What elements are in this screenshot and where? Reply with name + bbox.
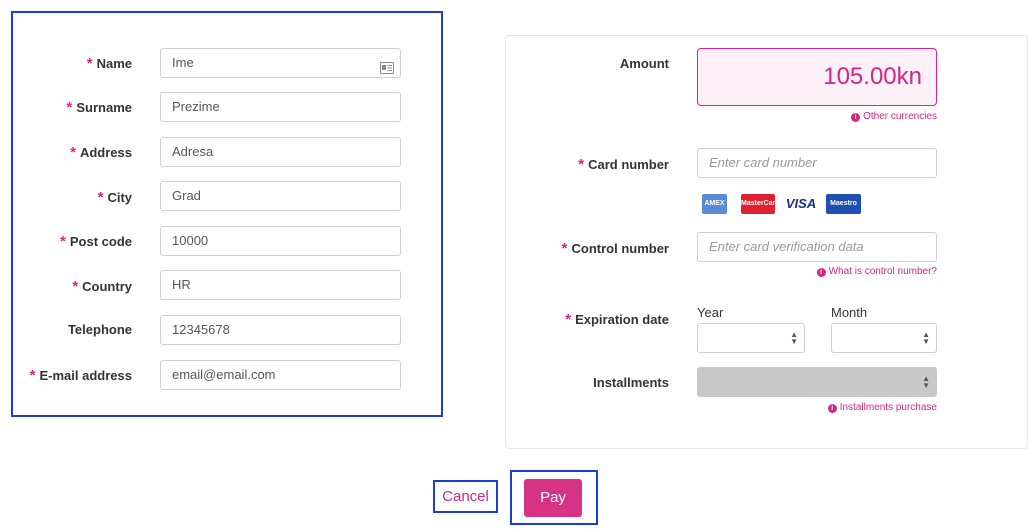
year-label: Year xyxy=(697,305,724,320)
card-number-input[interactable]: Enter card number xyxy=(697,148,937,178)
email-input[interactable]: email@email.com xyxy=(160,360,401,390)
control-number-input[interactable]: Enter card verification data xyxy=(697,232,937,262)
name-input[interactable]: Ime xyxy=(160,48,401,78)
contact-card-icon[interactable] xyxy=(380,56,394,74)
post-code-label: * Post code xyxy=(60,233,132,250)
select-arrows-icon: ▲ ▼ xyxy=(922,330,930,346)
info-icon: i xyxy=(827,404,837,413)
surname-input[interactable]: Prezime xyxy=(160,92,401,122)
telephone-input[interactable]: 12345678 xyxy=(160,315,401,345)
city-input[interactable]: Grad xyxy=(160,181,401,211)
expiration-date-label: * Expiration date xyxy=(565,311,669,328)
card-number-label: * Card number xyxy=(578,156,669,173)
year-select[interactable]: ▲ ▼ xyxy=(697,323,805,353)
control-number-label: * Control number xyxy=(561,240,669,257)
address-input[interactable]: Adresa xyxy=(160,137,401,167)
cancel-button[interactable]: Cancel xyxy=(433,480,498,513)
installments-label: Installments xyxy=(593,375,669,390)
country-label: * Country xyxy=(72,278,132,295)
country-input[interactable]: HR xyxy=(160,270,401,300)
amex-card-icon: AMEX xyxy=(702,194,727,214)
amount-display: 105.00kn xyxy=(697,48,937,106)
maestro-card-icon: Maestro xyxy=(826,194,861,214)
mastercard-card-icon: MasterCard xyxy=(741,194,780,214)
telephone-label: Telephone xyxy=(67,322,132,337)
visa-card-icon: VISA xyxy=(783,194,819,214)
amount-label: Amount xyxy=(619,56,669,71)
installments-help-link[interactable]: i Installments purchase xyxy=(737,402,937,413)
email-label: * E-mail address xyxy=(29,367,132,384)
month-select[interactable]: ▲ ▼ xyxy=(831,323,937,353)
info-icon: i xyxy=(816,268,826,277)
name-label: * Name xyxy=(86,55,132,72)
surname-label: * Surname xyxy=(66,99,132,116)
pay-button[interactable]: Pay xyxy=(524,479,582,517)
select-arrows-icon: ▲ ▼ xyxy=(790,330,798,346)
address-label: * Address xyxy=(70,144,132,161)
month-label: Month xyxy=(831,305,868,320)
info-icon: i xyxy=(851,113,861,122)
city-label: * City xyxy=(97,189,132,206)
installments-select[interactable]: ▲ ▼ xyxy=(697,367,937,397)
other-currencies-link[interactable]: i Other currencies xyxy=(737,111,937,122)
control-number-help-link[interactable]: i What is control number? xyxy=(737,266,937,277)
select-arrows-icon: ▲ ▼ xyxy=(922,374,930,390)
post-code-input[interactable]: 10000 xyxy=(160,226,401,256)
